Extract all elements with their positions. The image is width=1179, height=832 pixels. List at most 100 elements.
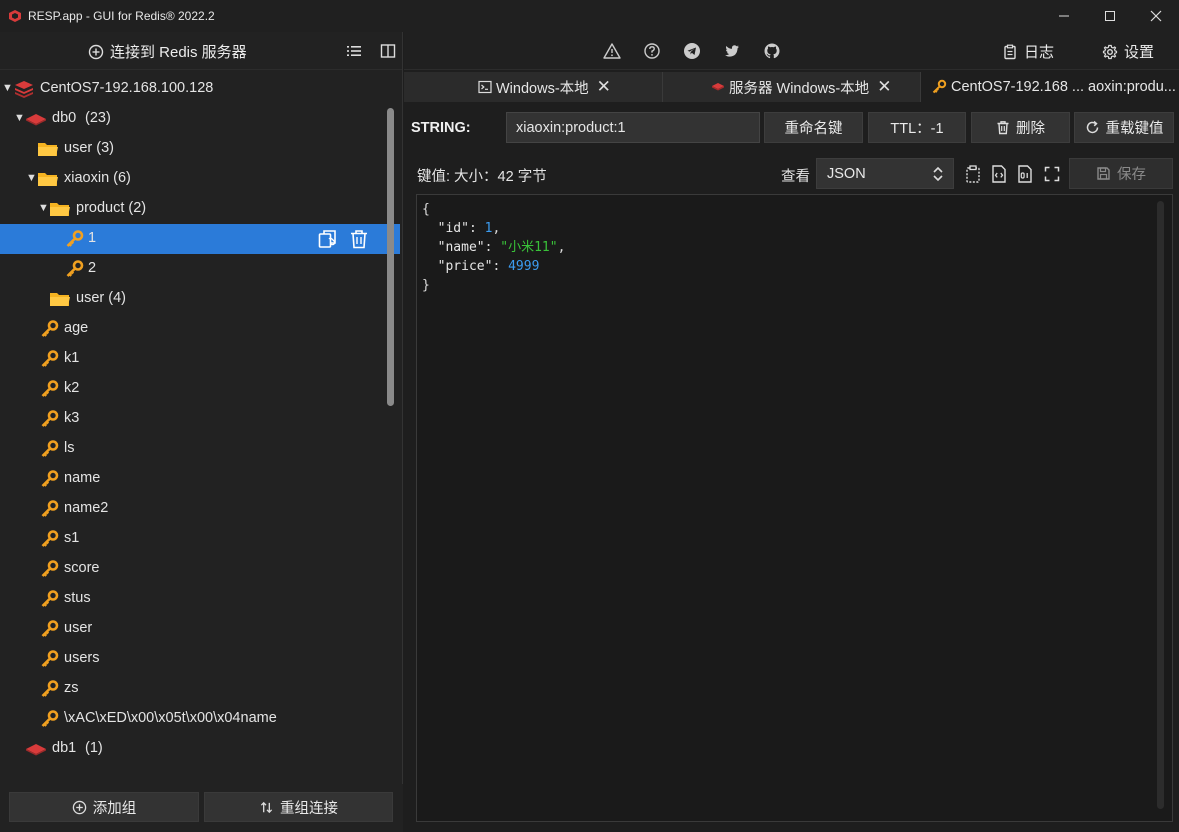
tree-item-label: user — [64, 620, 93, 636]
format-code-icon[interactable] — [989, 164, 1009, 184]
tree-item-key[interactable]: user — [0, 614, 400, 644]
tree-item-key[interactable]: age — [0, 314, 400, 344]
help-icon[interactable] — [643, 42, 661, 60]
json-value: 4999 — [508, 259, 540, 274]
rename-key-button[interactable]: 重命名键 — [764, 112, 863, 143]
close-window-button[interactable] — [1133, 0, 1179, 32]
telegram-icon[interactable] — [683, 42, 701, 60]
ttl-button[interactable]: TTL：-1 — [868, 112, 966, 143]
tree-item-folder[interactable]: ▼ xiaoxin (6) — [0, 164, 400, 194]
connect-server-button[interactable]: 连接到 Redis 服务器 — [88, 41, 247, 62]
tree-item-db[interactable]: ▼ db0 (23) — [0, 104, 400, 134]
close-tab-icon[interactable]: ✕ — [597, 77, 611, 97]
expand-arrow-icon[interactable]: ▼ — [38, 202, 49, 214]
delete-key-button[interactable]: 删除 — [971, 112, 1070, 143]
view-mode-value: JSON — [827, 165, 866, 182]
tree-item-key[interactable]: k2 — [0, 374, 400, 404]
tree-item-key[interactable]: 2 — [0, 254, 400, 284]
tree-item-label: 1 — [88, 230, 97, 246]
window-title: RESP.app - GUI for Redis® 2022.2 — [28, 9, 215, 23]
tree-item-label: stus — [64, 590, 91, 606]
reorder-connections-label: 重组连接 — [280, 800, 338, 817]
editor-scrollbar[interactable] — [1157, 201, 1164, 809]
close-tab-icon[interactable]: ✕ — [877, 77, 891, 97]
reload-value-button[interactable]: 重载键值 — [1074, 112, 1174, 143]
tree-item-label: score — [64, 560, 100, 576]
tree-item-db[interactable]: db1 (1) — [0, 734, 400, 764]
key-icon — [39, 409, 61, 429]
tree-item-key[interactable]: s1 — [0, 524, 400, 554]
tree-scrollbar[interactable] — [387, 108, 394, 406]
value-toolbar: 键值: 大小：42 字节 查看 JSON 保存 — [404, 158, 1179, 190]
json-open-brace: { — [422, 202, 430, 217]
tree-item-key[interactable]: stus — [0, 584, 400, 614]
tree-item-key[interactable]: name — [0, 464, 400, 494]
close-icon — [1150, 10, 1162, 22]
split-panel-icon[interactable] — [379, 42, 397, 60]
tree-item-key[interactable]: k3 — [0, 404, 400, 434]
database-icon — [25, 109, 47, 129]
tree-item-label: CentOS7-192.168.100.128 — [40, 80, 214, 96]
tree-item-key[interactable]: users — [0, 644, 400, 674]
tree-item-label: db0 — [52, 110, 77, 126]
tree-item-key[interactable]: ls — [0, 434, 400, 464]
view-mode-select[interactable]: JSON — [816, 158, 954, 189]
tree-item-key[interactable]: name2 — [0, 494, 400, 524]
reload-value-label: 重载键值 — [1105, 121, 1164, 137]
tree-item-key[interactable]: \xAC\xED\x00\x05t\x00\x04name — [0, 704, 400, 734]
list-view-icon[interactable] — [345, 42, 363, 60]
reorder-connections-button[interactable]: 重组连接 — [204, 792, 393, 822]
binary-file-icon[interactable] — [1015, 164, 1035, 184]
add-group-button[interactable]: 添加组 — [9, 792, 199, 822]
key-icon — [39, 589, 61, 609]
tab-key-xiaoxin-product-1[interactable]: CentOS7-192.168 ... aoxin:produ... — [921, 72, 1179, 102]
delete-key-icon[interactable] — [348, 228, 370, 250]
key-icon — [39, 559, 61, 579]
value-editor[interactable]: { "id": 1, "name": "小米11", "price": 4999… — [416, 194, 1173, 822]
tree-item-label: s1 — [64, 530, 80, 546]
key-icon — [39, 349, 61, 369]
tree-item-label: age — [64, 320, 89, 336]
save-icon — [1097, 167, 1110, 180]
maximize-button[interactable] — [1087, 0, 1133, 32]
tree-item-folder[interactable]: ▼ product (2) — [0, 194, 400, 224]
tree-item-key[interactable]: 1 — [0, 224, 400, 254]
tree-item-folder[interactable]: user (4) — [0, 284, 400, 314]
tree-item-server[interactable]: ▼ CentOS7-192.168.100.128 — [0, 74, 400, 104]
log-button[interactable]: 日志 — [1002, 41, 1054, 62]
copy-to-clipboard-icon[interactable] — [963, 164, 983, 184]
warning-icon[interactable] — [603, 42, 621, 60]
tab-label: CentOS7-192.168 ... aoxin:produ... — [951, 79, 1176, 95]
tree-item-key[interactable]: score — [0, 554, 400, 584]
minimize-button[interactable] — [1041, 0, 1087, 32]
tab-windows-local-console[interactable]: Windows-本地 ✕ — [404, 72, 663, 102]
tree-item-key[interactable]: k1 — [0, 344, 400, 374]
settings-label: 设置 — [1124, 44, 1155, 61]
log-icon — [1004, 44, 1016, 59]
folder-icon — [37, 169, 59, 189]
json-comma: , — [492, 221, 501, 236]
settings-button[interactable]: 设置 — [1102, 41, 1154, 62]
tree-item-key[interactable]: zs — [0, 674, 400, 704]
tree-item-label: ls — [64, 440, 75, 456]
expand-arrow-icon[interactable]: ▼ — [14, 112, 25, 124]
github-icon[interactable] — [763, 42, 781, 60]
twitter-icon[interactable] — [723, 42, 741, 60]
copy-key-icon[interactable] — [317, 228, 339, 250]
fullscreen-icon[interactable] — [1042, 164, 1062, 184]
tab-server-windows-local[interactable]: 服务器 Windows-本地 ✕ — [663, 72, 921, 102]
tree-item-label: users — [64, 650, 100, 666]
folder-icon — [49, 199, 71, 219]
tree-item-folder[interactable]: user (3) — [0, 134, 400, 164]
tree-item-label: user (4) — [76, 290, 126, 306]
tree-item-label: 2 — [88, 260, 97, 276]
expand-arrow-icon[interactable]: ▼ — [26, 172, 37, 184]
key-icon — [64, 229, 86, 249]
save-value-button[interactable]: 保存 — [1069, 158, 1173, 189]
key-name-input[interactable] — [506, 112, 760, 143]
tree-item-label: k2 — [64, 380, 80, 396]
log-label: 日志 — [1024, 44, 1055, 61]
folder-icon — [49, 289, 71, 309]
key-icon — [39, 469, 61, 489]
expand-arrow-icon[interactable]: ▼ — [2, 82, 13, 94]
